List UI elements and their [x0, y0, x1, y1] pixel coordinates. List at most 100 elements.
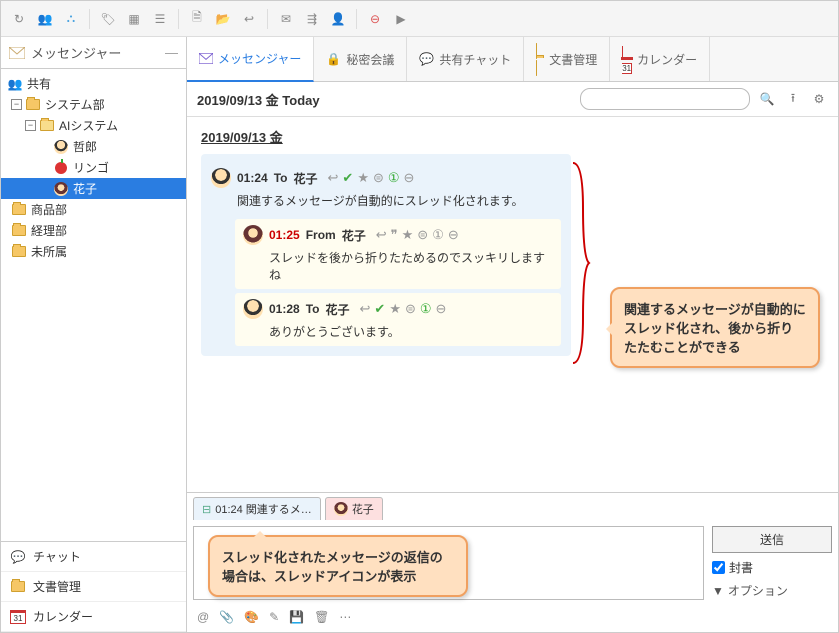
group-icon: 👥: [7, 77, 23, 91]
message-thread: 01:24 To 花子 ↩ ✔ ★ ⊜ ① ⊖: [201, 154, 571, 356]
video-off-icon[interactable]: ▶: [391, 9, 411, 29]
compose-tab-thread[interactable]: ⊟ 01:24 関連するメ…: [193, 497, 321, 520]
check-icon[interactable]: ✔: [342, 170, 353, 186]
no-entry-icon[interactable]: ⊖: [365, 9, 385, 29]
mail-new-icon[interactable]: ✉: [276, 9, 296, 29]
collapse-icon[interactable]: ⊖: [404, 170, 415, 186]
search-input[interactable]: [580, 88, 750, 110]
nav-calendar[interactable]: 31 カレンダー: [1, 602, 186, 632]
palette-icon[interactable]: 🎨: [244, 610, 259, 624]
sealed-checkbox-input[interactable]: [712, 561, 725, 574]
collapse-icon[interactable]: ⊖: [448, 227, 459, 243]
reply-icon[interactable]: ↩: [360, 301, 371, 317]
chat-icon: 💬: [419, 52, 434, 66]
tab-messenger[interactable]: メッセンジャー: [187, 37, 314, 82]
alert-icon[interactable]: ①: [388, 170, 400, 186]
tag-icon[interactable]: 🏷: [98, 9, 118, 29]
tab-shared-chat[interactable]: 💬 共有チャット: [407, 37, 524, 81]
tab-label: 共有チャット: [439, 51, 511, 68]
compose-tab-user[interactable]: 花子: [325, 497, 383, 520]
quote-icon[interactable]: ❞: [391, 227, 398, 243]
thread-icon[interactable]: ⊜: [373, 170, 384, 186]
sidebar: メッセンジャー — 👥 共有 − システム部 − AIシ: [1, 37, 187, 632]
tree-ai-system[interactable]: − AIシステム: [1, 115, 186, 136]
user-group-icon[interactable]: ⛬: [61, 9, 81, 29]
separator: [356, 9, 357, 29]
user-pair-icon[interactable]: 👥: [35, 9, 55, 29]
tree-accounting-dept[interactable]: 経理部: [1, 220, 186, 241]
star-icon[interactable]: ★: [402, 227, 414, 243]
tab-calendar[interactable]: 31 カレンダー: [610, 37, 710, 81]
tree-shared[interactable]: 👥 共有: [1, 73, 186, 94]
nav-chat[interactable]: 💬 チャット: [1, 542, 186, 572]
star-icon[interactable]: ★: [389, 301, 401, 317]
compose-textarea[interactable]: スレッド化されたメッセージの返信の場合は、スレッドアイコンが表示: [193, 526, 704, 600]
trash-icon[interactable]: 🗑: [314, 610, 329, 624]
nav-docs[interactable]: 文書管理: [1, 572, 186, 602]
tab-docs[interactable]: 文書管理: [524, 37, 610, 81]
tree-user-tetsuro[interactable]: 哲郎: [1, 136, 186, 157]
attach-icon[interactable]: 📎: [219, 610, 234, 624]
alert-icon[interactable]: ①: [432, 227, 444, 243]
compose-sidebar: 送信 封書 ▼ オプション: [712, 526, 832, 600]
compose-panel: ⊟ 01:24 関連するメ… 花子 スレッド化されたメッセージの返信の場合は、ス…: [187, 492, 838, 632]
message-item-reply[interactable]: 01:25 From 花子 ↩ ❞ ★ ⊜ ① ⊖: [235, 219, 561, 289]
message-actions: ↩ ✔ ★ ⊜ ① ⊖: [360, 301, 447, 317]
reply-icon[interactable]: ↩: [376, 227, 387, 243]
user-badge-icon[interactable]: 👤: [328, 9, 348, 29]
reply-all-icon[interactable]: ↩: [239, 9, 259, 29]
bracket-icon: [571, 158, 591, 368]
compose-tabs: ⊟ 01:24 関連するメ… 花子: [187, 493, 838, 520]
folder-icon: [11, 203, 27, 217]
avatar-icon: [334, 502, 348, 516]
folder-open-icon: [39, 119, 55, 133]
annotation-callout-1: 関連するメッセージが自動的にスレッド化され、後から折りたたむことができる: [610, 287, 820, 368]
expand-toggle-icon[interactable]: −: [25, 120, 36, 131]
menu-icon[interactable]: ☰: [150, 9, 170, 29]
mention-icon[interactable]: @: [197, 610, 209, 624]
message-area: 2019/09/13 金 01:24 To 花子 ↩ ✔ ★: [187, 117, 838, 492]
search-icon[interactable]: 🔍: [758, 92, 776, 106]
thread-icon[interactable]: ⊜: [405, 301, 416, 317]
tree-label: 未所属: [31, 243, 67, 260]
tab-label: 文書管理: [549, 51, 597, 68]
collapse-icon[interactable]: —: [165, 45, 178, 60]
main-toolbar: ↻ 👥 ⛬ 🏷 ▦ ☰ 🗎 📂 ↩ ✉ ⇶ 👤 ⊖ ▶: [1, 1, 838, 37]
refresh-icon[interactable]: ↻: [9, 9, 29, 29]
folder-open-icon[interactable]: 📂: [213, 9, 233, 29]
message-item[interactable]: 01:24 To 花子 ↩ ✔ ★ ⊜ ① ⊖: [211, 162, 561, 215]
thread-list-icon: ⊟: [202, 503, 211, 516]
send-button[interactable]: 送信: [712, 526, 832, 553]
tree-user-ringo[interactable]: リンゴ: [1, 157, 186, 178]
file-icon[interactable]: 🗎: [187, 9, 207, 29]
grid-icon[interactable]: ▦: [124, 9, 144, 29]
message-item-reply[interactable]: 01:28 To 花子 ↩ ✔ ★ ⊜ ① ⊖: [235, 293, 561, 346]
gear-icon[interactable]: ⚙: [810, 92, 828, 106]
tree-system-dept[interactable]: − システム部: [1, 94, 186, 115]
save-icon[interactable]: 💾: [289, 610, 304, 624]
separator: [89, 9, 90, 29]
tree-sales-dept[interactable]: 商品部: [1, 199, 186, 220]
collapse-icon[interactable]: ⊖: [436, 301, 447, 317]
star-icon[interactable]: ★: [357, 170, 369, 186]
thread-icon[interactable]: ⊜: [417, 227, 428, 243]
compose-toolbar: @ 📎 🎨 ✎ 💾 🗑 ⋯: [187, 606, 838, 632]
nav-label: チャット: [33, 548, 81, 565]
message-recipient: 花子: [293, 170, 317, 187]
avatar-icon: [243, 225, 263, 245]
alert-icon[interactable]: ①: [420, 301, 432, 317]
more-icon[interactable]: ⋯: [339, 610, 351, 624]
reply-icon[interactable]: ↩: [328, 170, 339, 186]
thread-icon[interactable]: ⇶: [302, 9, 322, 29]
expand-toggle-icon[interactable]: −: [11, 99, 22, 110]
check-icon[interactable]: ✔: [374, 301, 385, 317]
tree-user-hanako[interactable]: 花子: [1, 178, 186, 199]
edit-icon[interactable]: ✎: [269, 610, 279, 624]
scroll-top-icon[interactable]: ⭱: [784, 89, 802, 110]
option-toggle[interactable]: ▼ オプション: [712, 582, 832, 599]
separator: [178, 9, 179, 29]
tree-unassigned[interactable]: 未所属: [1, 241, 186, 262]
tab-secret[interactable]: 🔒 秘密会議: [314, 37, 407, 81]
message-header: 01:24 To 花子 ↩ ✔ ★ ⊜ ① ⊖: [211, 168, 561, 188]
sealed-checkbox[interactable]: 封書: [712, 559, 832, 576]
